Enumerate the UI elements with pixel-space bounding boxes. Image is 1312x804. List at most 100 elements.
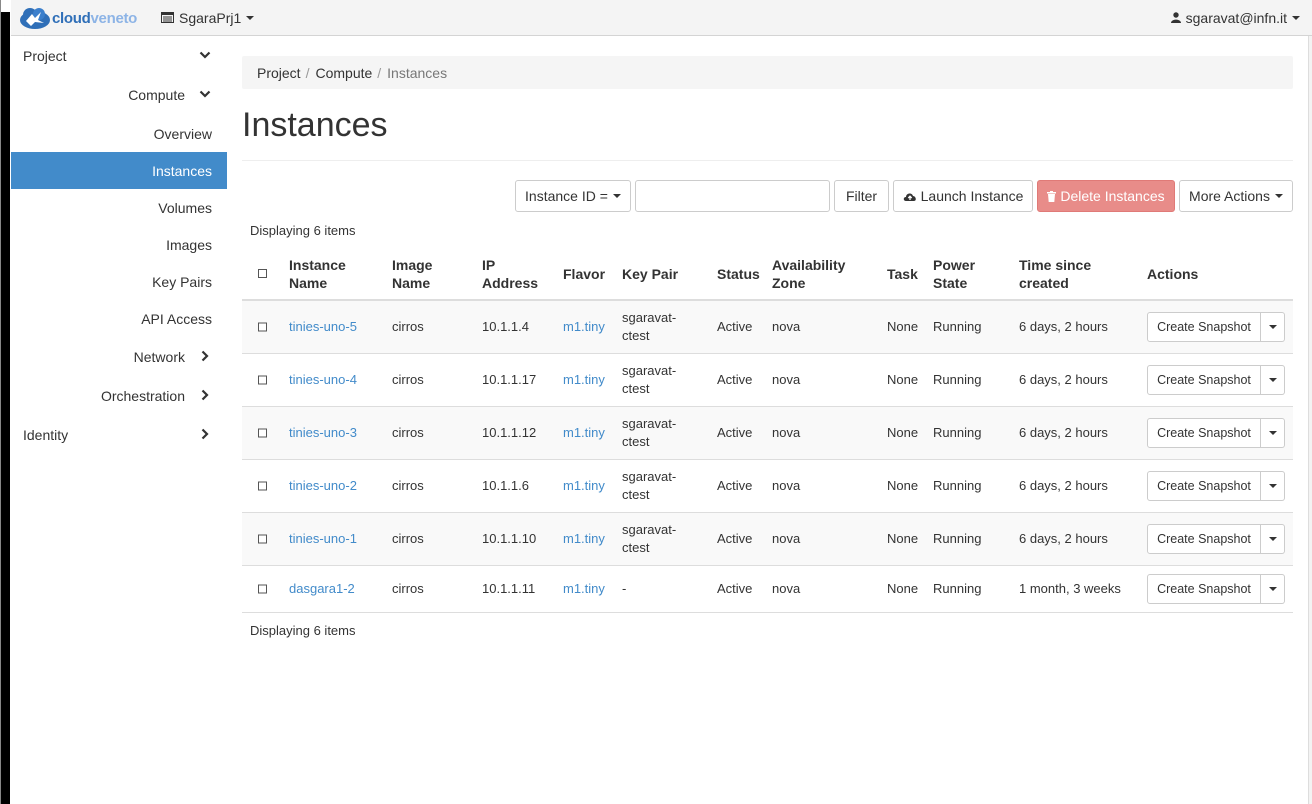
chevron-right-icon xyxy=(201,428,209,440)
breadcrumb-project[interactable]: Project xyxy=(257,65,301,81)
launch-instance-button[interactable]: Launch Instance xyxy=(893,180,1033,212)
column-header-status[interactable]: Status xyxy=(717,265,760,283)
select-all-checkbox[interactable] xyxy=(258,269,267,278)
column-header-time-since-created[interactable]: Time since created xyxy=(1019,256,1091,292)
instance-name-link[interactable]: tinies-uno-5 xyxy=(289,318,357,336)
sidebar-item-overview[interactable]: Overview xyxy=(11,115,227,152)
sidebar-item-key-pairs[interactable]: Key Pairs xyxy=(11,263,227,300)
project-switcher[interactable]: SgaraPrj1 xyxy=(161,0,255,35)
chevron-right-icon xyxy=(201,350,209,362)
filter-button[interactable]: Filter xyxy=(834,180,889,212)
column-header-actions: Actions xyxy=(1147,266,1199,282)
create-snapshot-button[interactable]: Create Snapshot xyxy=(1147,418,1261,448)
row-actions-dropdown-toggle[interactable] xyxy=(1261,574,1285,604)
power-state-cell: Running xyxy=(933,531,982,546)
filter-input[interactable] xyxy=(635,180,830,212)
row-checkbox[interactable] xyxy=(258,428,267,438)
create-snapshot-button[interactable]: Create Snapshot xyxy=(1147,471,1261,501)
sidebar-item-compute[interactable]: Compute xyxy=(11,76,227,113)
table-body: tinies-uno-5 cirros 10.1.1.4 m1.tiny sgarava… xyxy=(242,301,1293,613)
table-row: tinies-uno-2 cirros 10.1.1.6 m1.tiny sgarava… xyxy=(242,460,1293,513)
row-actions: Create Snapshot xyxy=(1147,365,1285,395)
chevron-down-icon xyxy=(246,15,255,20)
row-actions-dropdown-toggle[interactable] xyxy=(1261,312,1285,342)
column-header-task[interactable]: Task xyxy=(887,265,918,283)
more-actions-button[interactable]: More Actions xyxy=(1179,180,1293,212)
row-actions-dropdown-toggle[interactable] xyxy=(1261,365,1285,395)
breadcrumb: Project / Compute / Instances xyxy=(242,56,1293,89)
instance-name-link[interactable]: tinies-uno-3 xyxy=(289,424,357,442)
chevron-down-icon xyxy=(199,90,211,98)
chevron-down-icon xyxy=(1268,431,1277,435)
breadcrumb-compute[interactable]: Compute xyxy=(315,65,372,81)
sidebar-item-instances[interactable]: Instances xyxy=(11,152,227,189)
task-cell: None xyxy=(887,581,919,596)
row-checkbox[interactable] xyxy=(258,481,267,491)
sidebar-item-images[interactable]: Images xyxy=(11,226,227,263)
create-snapshot-button[interactable]: Create Snapshot xyxy=(1147,574,1261,604)
instance-name-link[interactable]: tinies-uno-1 xyxy=(289,530,357,548)
chevron-down-icon xyxy=(1268,378,1277,382)
flavor-link[interactable]: m1.tiny xyxy=(563,318,605,336)
column-header-power-state[interactable]: Power State xyxy=(933,256,975,292)
project-icon xyxy=(161,12,174,23)
flavor-link[interactable]: m1.tiny xyxy=(563,371,605,389)
row-actions: Create Snapshot xyxy=(1147,574,1285,604)
sidebar-item-orchestration[interactable]: Orchestration xyxy=(11,377,227,414)
create-snapshot-button[interactable]: Create Snapshot xyxy=(1147,524,1261,554)
column-header-ip-address[interactable]: IP Address xyxy=(482,256,538,292)
key-pair-cell: sgaravat-ctest xyxy=(622,416,677,449)
sidebar-item-project[interactable]: Project xyxy=(11,37,227,74)
brand-logo[interactable]: cloudveneto xyxy=(17,4,137,32)
table-row: tinies-uno-5 cirros 10.1.1.4 m1.tiny sgarava… xyxy=(242,301,1293,354)
filter-field-label: Instance ID = xyxy=(525,188,608,204)
page-title: Instances xyxy=(242,106,388,144)
flavor-link[interactable]: m1.tiny xyxy=(563,424,605,442)
column-header-availability-zone[interactable]: Availability Zone xyxy=(772,256,845,292)
instance-name-link[interactable]: dasgara1-2 xyxy=(289,580,355,598)
user-menu[interactable]: sgaravat@infn.it xyxy=(1170,0,1300,35)
sidebar-item-label: Volumes xyxy=(158,199,212,216)
flavor-link[interactable]: m1.tiny xyxy=(563,530,605,548)
row-actions-dropdown-toggle[interactable] xyxy=(1261,418,1285,448)
row-checkbox[interactable] xyxy=(258,534,267,544)
chevron-down-icon xyxy=(1268,587,1277,591)
row-checkbox[interactable] xyxy=(258,375,267,385)
row-checkbox[interactable] xyxy=(258,322,267,332)
time-since-created-cell: 1 month, 3 weeks xyxy=(1019,581,1121,596)
flavor-link[interactable]: m1.tiny xyxy=(563,580,605,598)
row-actions-dropdown-toggle[interactable] xyxy=(1261,524,1285,554)
power-state-cell: Running xyxy=(933,478,982,493)
sidebar-item-volumes[interactable]: Volumes xyxy=(11,189,227,226)
table-row: tinies-uno-1 cirros 10.1.1.10 m1.tiny sgarav… xyxy=(242,513,1293,566)
sidebar-item-label: Key Pairs xyxy=(152,273,212,290)
column-header-key-pair[interactable]: Key Pair xyxy=(622,265,678,283)
row-checkbox[interactable] xyxy=(258,584,267,594)
row-actions-dropdown-toggle[interactable] xyxy=(1261,471,1285,501)
brand-name: cloudveneto xyxy=(52,9,138,27)
filter-field-select[interactable]: Instance ID = xyxy=(515,180,631,212)
power-state-cell: Running xyxy=(933,372,982,387)
item-count: Displaying 6 items xyxy=(250,223,356,238)
flavor-link[interactable]: m1.tiny xyxy=(563,477,605,495)
column-header-flavor[interactable]: Flavor xyxy=(563,265,605,283)
availability-zone-cell: nova xyxy=(772,531,801,546)
create-snapshot-button[interactable]: Create Snapshot xyxy=(1147,312,1261,342)
availability-zone-cell: nova xyxy=(772,478,801,493)
create-snapshot-button[interactable]: Create Snapshot xyxy=(1147,365,1261,395)
divider xyxy=(242,160,1293,161)
sidebar-item-label: Identity xyxy=(23,426,69,443)
launch-instance-label: Launch Instance xyxy=(920,188,1024,204)
instance-name-link[interactable]: tinies-uno-4 xyxy=(289,371,357,389)
sidebar-item-api-access[interactable]: API Access xyxy=(11,300,227,337)
instance-name-link[interactable]: tinies-uno-2 xyxy=(289,477,357,495)
sidebar-item-network[interactable]: Network xyxy=(11,338,227,375)
scrollbar-track xyxy=(1308,36,1312,804)
column-header-image-name[interactable]: Image Name xyxy=(392,256,432,292)
sidebar-item-identity[interactable]: Identity xyxy=(11,416,227,453)
column-header-instance-name[interactable]: Instance Name xyxy=(289,256,346,292)
key-pair-cell: - xyxy=(622,581,627,596)
chevron-down-icon xyxy=(1268,484,1277,488)
delete-instances-button[interactable]: Delete Instances xyxy=(1037,180,1175,212)
sidebar-item-label: Network xyxy=(133,348,185,365)
